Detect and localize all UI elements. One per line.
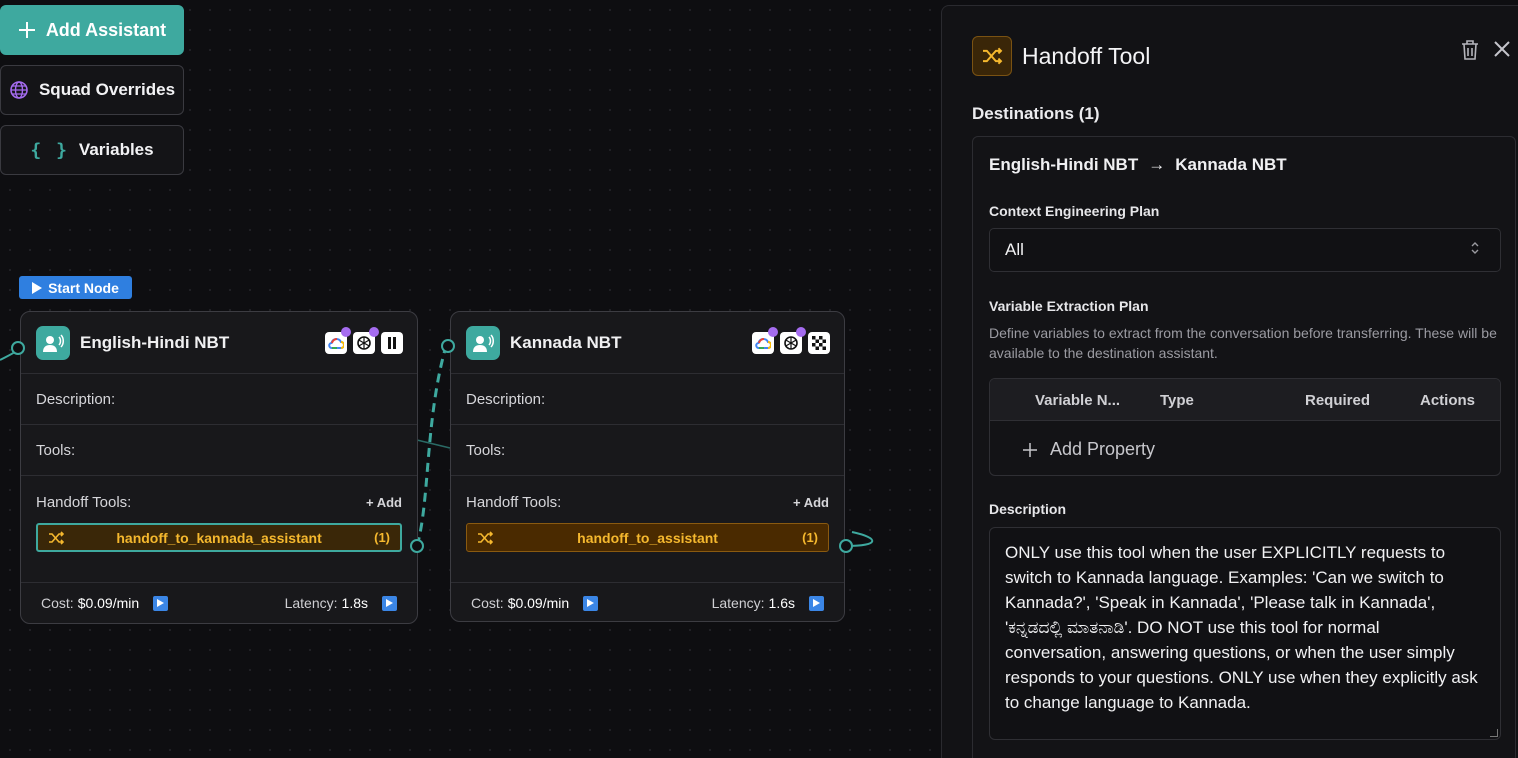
panel-title: Handoff Tool [1022,42,1151,69]
delete-button[interactable] [1460,39,1480,61]
close-button[interactable] [1492,39,1512,59]
node-title: English-Hindi NBT [80,332,230,352]
arrow-right-icon: → [1148,155,1166,174]
google-cloud-icon [752,327,778,354]
add-assistant-label: Add Assistant [45,19,167,40]
node-header: Kannada NBT [451,312,844,374]
route-from: English-Hindi NBT [989,155,1139,174]
destinations-label: Destinations (1) [972,104,1100,123]
node-description-row: Description: [451,374,844,425]
squad-overrides-label: Squad Overrides [38,80,176,99]
node-tools-row: Tools: [451,425,844,476]
add-property-button[interactable]: Add Property [1022,439,1155,460]
col-type: Type [1160,392,1194,409]
play-icon[interactable] [583,595,599,611]
add-property-label: Add Property [1050,439,1156,459]
description-textarea[interactable]: ONLY use this tool when the user EXPLICI… [989,527,1501,740]
cost-label: Cost: [471,595,504,611]
faint-edge [416,439,451,449]
latency-value: 1.8s [341,595,368,611]
variable-plan-help: Define variables to extract from the con… [989,325,1497,361]
variable-table: Variable N... Type Required Actions Add … [989,378,1501,476]
squad-overrides-button[interactable]: Squad Overrides [0,65,184,115]
node-footer: Cost: $0.09/min Latency: 1.8s [21,583,417,623]
description-label: Description [989,501,1067,517]
handoff-tool-count: (1) [802,530,818,545]
route-to: Kannada NBT [1175,155,1287,174]
cost-value: $0.09/min [507,595,570,611]
start-node-badge: Start Node [19,276,132,299]
plus-icon [1023,442,1037,457]
col-variable-name: Variable N... [1035,392,1121,409]
col-actions: Actions [1420,392,1476,409]
trash-icon [1462,40,1478,60]
resize-handle[interactable] [1490,729,1498,737]
node-input-port[interactable] [11,341,25,355]
checkered-icon [808,332,830,354]
node-footer: Cost: $0.09/min Latency: 1.6s [451,583,844,623]
handoff-tools-section: Handoff Tools: + Add handoff_to_assistan… [451,476,844,583]
close-icon [1494,41,1510,57]
variable-plan-label: Variable Extraction Plan [989,298,1149,314]
handoff-tool-panel: Handoff Tool Destinations (1) English-Hi… [941,5,1518,758]
add-assistant-button[interactable]: Add Assistant [0,5,184,55]
latency-label: Latency: [711,595,765,611]
node-input-port[interactable] [441,339,455,353]
handoff-tool-chip[interactable]: handoff_to_kannada_assistant (1) [36,523,402,552]
context-plan-value: All [1005,240,1024,259]
handoff-tools-label: Handoff Tools: [36,494,132,511]
handoff-tool-name: handoff_to_assistant [577,529,718,546]
play-icon[interactable] [809,595,824,611]
assistant-node-kannada[interactable]: Kannada NBT Description: Tools: Handoff … [450,311,845,622]
variables-label: Variables [78,140,154,159]
variable-table-header: Variable N... Type Required Actions [990,379,1500,421]
variables-button[interactable]: { } Variables [0,125,184,175]
context-plan-select[interactable]: All [989,228,1501,272]
handoff-output-port[interactable] [410,539,424,553]
google-cloud-icon [325,327,351,354]
play-icon [32,281,43,294]
handoff-tool-name: handoff_to_kannada_assistant [116,529,322,546]
shuffle-icon [49,530,64,545]
chevron-updown-icon [1470,241,1480,255]
node-description-row: Description: [21,374,417,425]
shuffle-icon [478,530,493,545]
assistant-node-english-hindi[interactable]: English-Hindi NBT Description: Tools: Ha… [20,311,418,624]
handoff-tool-chip[interactable]: handoff_to_assistant (1) [466,523,829,552]
assistant-voice-icon [36,325,70,360]
shuffle-icon [972,36,1012,76]
node-title: Kannada NBT [510,332,622,352]
handoff-tool-count: (1) [374,530,390,545]
handoff-output-port[interactable] [839,539,853,553]
play-icon[interactable] [153,595,169,611]
play-icon[interactable] [382,595,397,611]
node-header: English-Hindi NBT [21,312,417,374]
openai-icon [353,327,379,354]
node-tools-row: Tools: [21,425,417,476]
braces-icon: { } [30,139,69,161]
description-text: ONLY use this tool when the user EXPLICI… [1005,543,1478,712]
globe-icon [10,81,28,99]
voice-provider-icon [381,332,403,354]
handoff-tools-section: Handoff Tools: + Add handoff_to_kannada_… [21,476,417,583]
context-plan-label: Context Engineering Plan [989,203,1160,219]
latency-label: Latency: [284,595,338,611]
add-handoff-button[interactable]: + Add [793,495,829,510]
cost-value: $0.09/min [77,595,140,611]
assistant-voice-icon [466,325,500,360]
start-node-label: Start Node [48,279,119,296]
handoff-tools-label: Handoff Tools: [466,494,562,511]
destination-route: English-Hindi NBT → Kannada NBT [989,155,1287,175]
latency-value: 1.6s [768,595,795,611]
plus-icon [18,22,35,38]
col-required: Required [1305,392,1371,409]
openai-icon [780,327,806,354]
destination-card: English-Hindi NBT → Kannada NBT Context … [972,136,1516,758]
add-handoff-button[interactable]: + Add [366,495,402,510]
cost-label: Cost: [41,595,74,611]
